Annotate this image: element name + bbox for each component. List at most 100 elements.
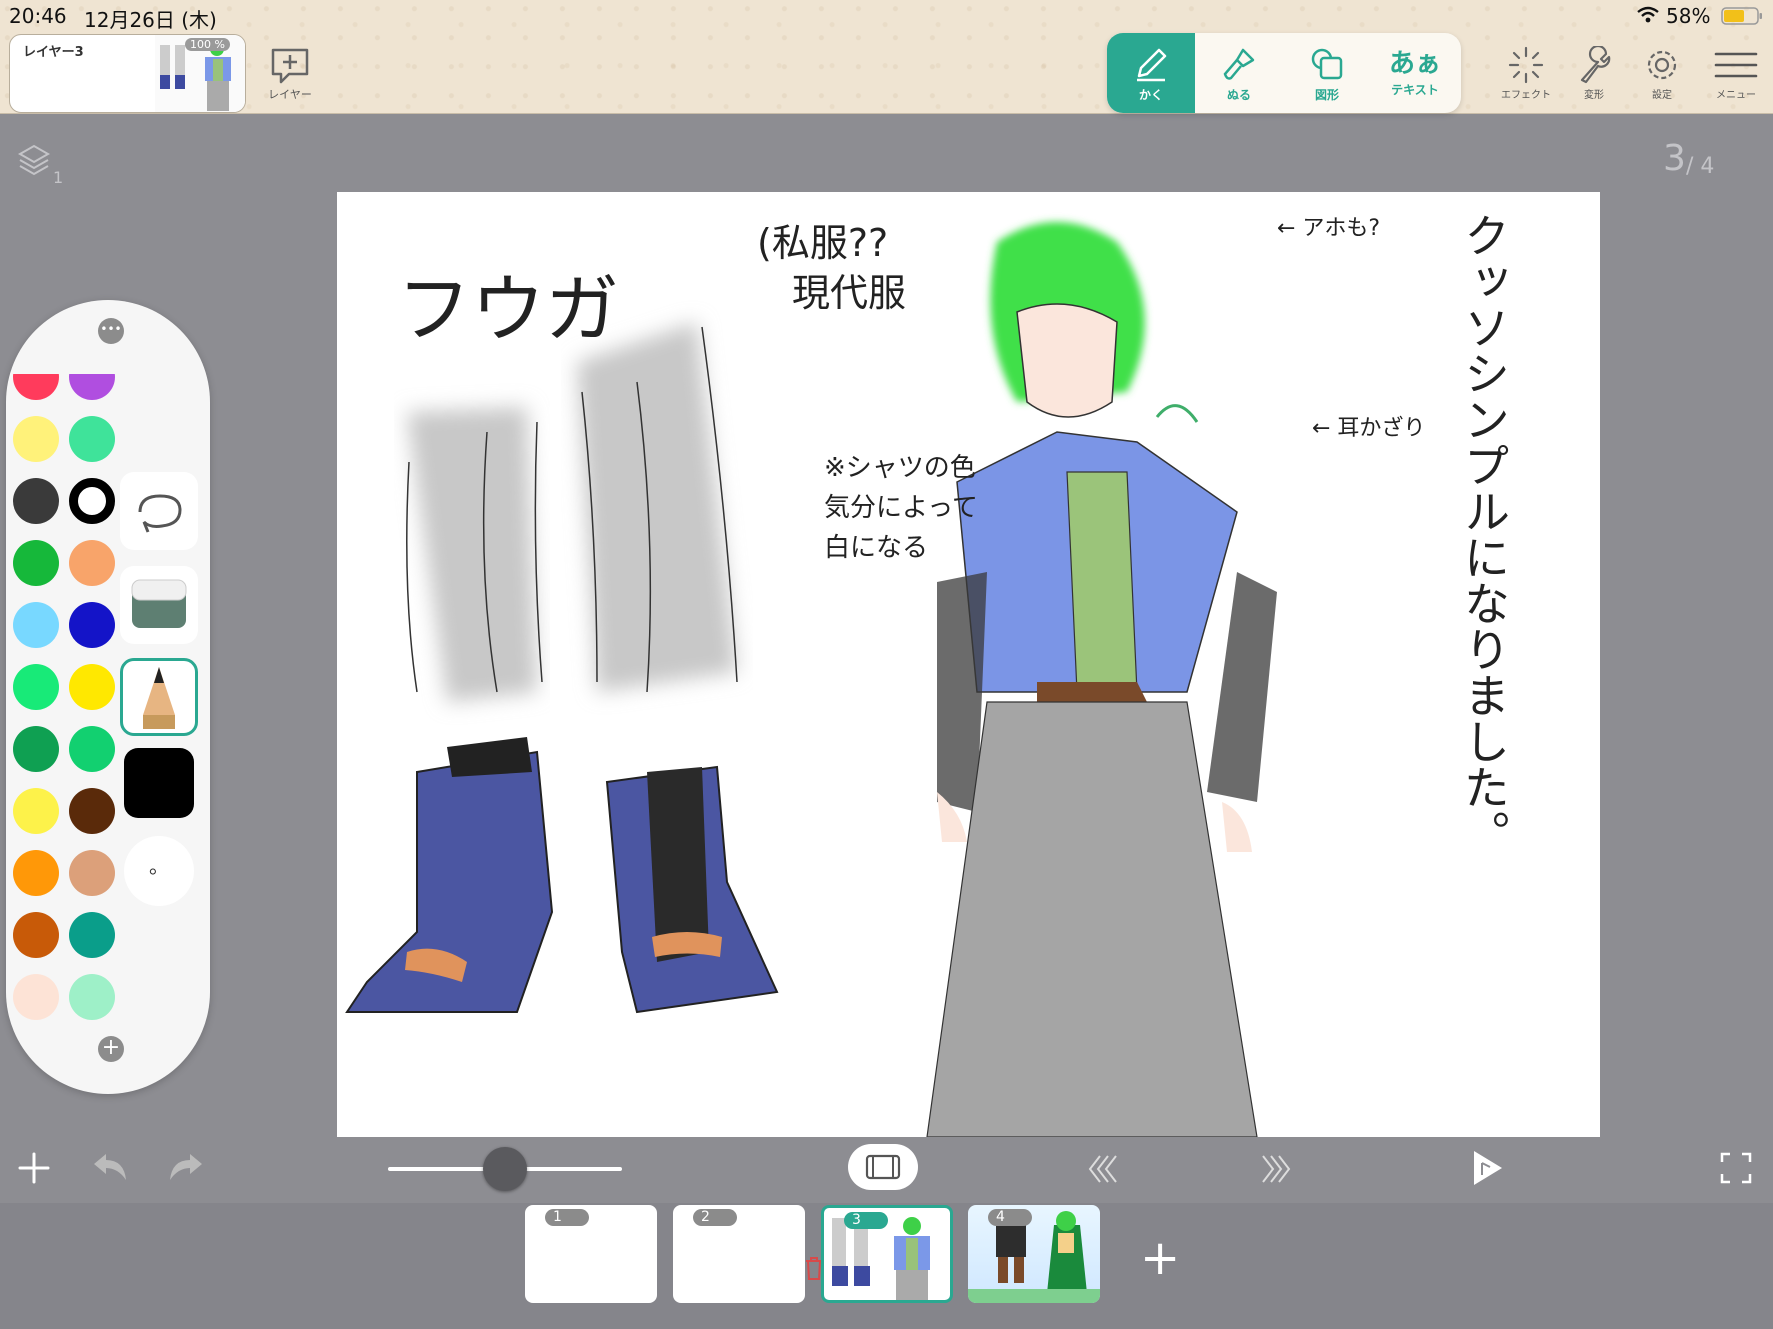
frame-number: 4	[988, 1209, 1032, 1226]
color-swatch[interactable]	[69, 664, 115, 710]
color-swatch[interactable]	[69, 974, 115, 1020]
tool-shape-label: 図形	[1314, 87, 1339, 102]
shirt-note-3: 白になる	[824, 533, 929, 563]
play-icon[interactable]	[1470, 1149, 1504, 1191]
menu-label: メニュー	[1716, 90, 1756, 101]
color-swatch[interactable]	[13, 788, 59, 834]
ahoge-note: ← アホも?	[1277, 216, 1381, 241]
layer-opacity: 100 %	[185, 38, 230, 51]
wrench-icon	[1580, 46, 1611, 84]
tool-text[interactable]: あぁ テキスト	[1371, 33, 1459, 113]
add-layer-label: レイヤー	[268, 88, 312, 101]
color-swatch[interactable]	[69, 726, 115, 772]
prev-frame-icon[interactable]	[1086, 1152, 1120, 1190]
shape-icon	[1311, 48, 1343, 79]
color-swatch[interactable]	[13, 416, 59, 462]
redo-icon[interactable]	[166, 1150, 206, 1190]
tool-shape[interactable]: 図形	[1283, 33, 1371, 113]
battery-percent: 58%	[1666, 4, 1711, 28]
tool-text-label: テキスト	[1391, 82, 1439, 97]
earring-note: ← 耳かざり	[1312, 416, 1426, 441]
film-button[interactable]	[848, 1144, 918, 1190]
gear-icon	[1647, 50, 1677, 80]
color-swatch[interactable]	[69, 478, 115, 524]
layer-name: レイヤー3	[23, 45, 84, 60]
settings-label: 設定	[1652, 90, 1672, 101]
lasso-tool[interactable]	[120, 472, 198, 550]
pencil-tip-icon	[143, 667, 175, 729]
title-text: フウガ	[397, 267, 619, 353]
frame-thumb-2[interactable]: 2	[673, 1205, 805, 1303]
tool-fill-label: ぬる	[1226, 87, 1251, 102]
settings-button[interactable]: 設定	[1630, 46, 1694, 101]
film-icon	[865, 1154, 901, 1180]
frame-number: 1	[545, 1209, 589, 1226]
tool-fill[interactable]: ぬる	[1195, 33, 1283, 113]
layer-card[interactable]: レイヤー3 100 %	[9, 34, 246, 113]
status-time: 20:46	[9, 4, 67, 28]
shirt-note-2: 気分によって	[824, 493, 978, 523]
color-swatch[interactable]	[69, 788, 115, 834]
fullscreen-icon[interactable]	[1720, 1152, 1752, 1188]
add-frame-button[interactable]: +	[1140, 1230, 1180, 1286]
color-swatch[interactable]	[13, 726, 59, 772]
lasso-icon	[138, 494, 182, 533]
color-swatch[interactable]	[13, 850, 59, 896]
brush-icon	[1223, 48, 1255, 80]
color-swatch[interactable]	[69, 416, 115, 462]
layer-stack-button[interactable]	[16, 142, 56, 186]
frame-number: 3	[844, 1212, 888, 1229]
add-frame-plus-icon[interactable]	[16, 1150, 52, 1190]
status-date: 12月26日 (木)	[84, 8, 217, 32]
current-color-swatch[interactable]	[124, 748, 194, 818]
menu-button[interactable]: メニュー	[1704, 46, 1768, 101]
effect-button[interactable]: エフェクト	[1494, 46, 1558, 101]
color-swatch[interactable]	[13, 664, 59, 710]
frame-number: 2	[693, 1209, 737, 1226]
brush-size-button[interactable]: 。	[124, 836, 194, 906]
frame-thumb-4[interactable]: 4	[968, 1205, 1100, 1303]
layer-count: 1	[53, 168, 64, 187]
pencil-icon	[1137, 48, 1167, 81]
eraser-icon	[131, 579, 187, 628]
transform-button[interactable]: 変形	[1562, 46, 1626, 101]
color-swatch[interactable]	[69, 912, 115, 958]
eraser-tool[interactable]	[120, 566, 198, 644]
add-layer-icon	[271, 48, 309, 84]
color-swatch[interactable]	[13, 912, 59, 958]
add-layer-button[interactable]: レイヤー	[266, 46, 314, 102]
shirt-note-1: ※シャツの色	[824, 453, 976, 483]
speed-slider-thumb[interactable]	[483, 1147, 527, 1191]
clothes-note: (私服??	[757, 221, 889, 265]
battery-icon	[1721, 7, 1763, 29]
tool-draw-label: かく	[1138, 87, 1163, 102]
color-swatch[interactable]	[13, 540, 59, 586]
text-icon: あぁ	[1388, 48, 1441, 79]
color-swatch[interactable]	[69, 602, 115, 648]
color-swatch[interactable]	[69, 850, 115, 896]
add-color-icon[interactable]: +	[98, 1036, 124, 1062]
sparkle-icon	[1508, 46, 1544, 84]
frame-thumb-3[interactable]: 3	[821, 1205, 953, 1303]
effect-label: エフェクト	[1501, 90, 1551, 101]
tool-group: かく ぬる 図形 あぁ テキスト	[1107, 33, 1461, 113]
pencil-tool[interactable]	[120, 658, 198, 736]
color-swatch[interactable]	[13, 478, 59, 524]
layers-icon	[17, 144, 51, 176]
transform-label: 変形	[1584, 90, 1604, 101]
menu-icon	[1714, 52, 1758, 78]
color-swatch[interactable]	[13, 974, 59, 1020]
vertical-comment: クッソシンプルになりました。	[1457, 212, 1511, 856]
color-swatch[interactable]	[13, 602, 59, 648]
color-swatch[interactable]	[69, 540, 115, 586]
palette-more-icon[interactable]: •••	[98, 318, 124, 344]
undo-icon[interactable]	[90, 1150, 130, 1190]
modern-note: 現代服	[792, 271, 907, 315]
page-current: 3	[1663, 138, 1686, 179]
next-frame-icon[interactable]	[1259, 1152, 1293, 1190]
page-total: / 4	[1686, 154, 1715, 179]
wifi-icon	[1637, 6, 1659, 28]
frame-thumb-1[interactable]: 1	[525, 1205, 657, 1303]
tool-draw[interactable]: かく	[1107, 33, 1195, 113]
drawing-canvas[interactable]: フウガ (私服?? 現代服 ← アホも? ← 耳かざり ※シャツの色 気分によっ…	[337, 192, 1600, 1137]
